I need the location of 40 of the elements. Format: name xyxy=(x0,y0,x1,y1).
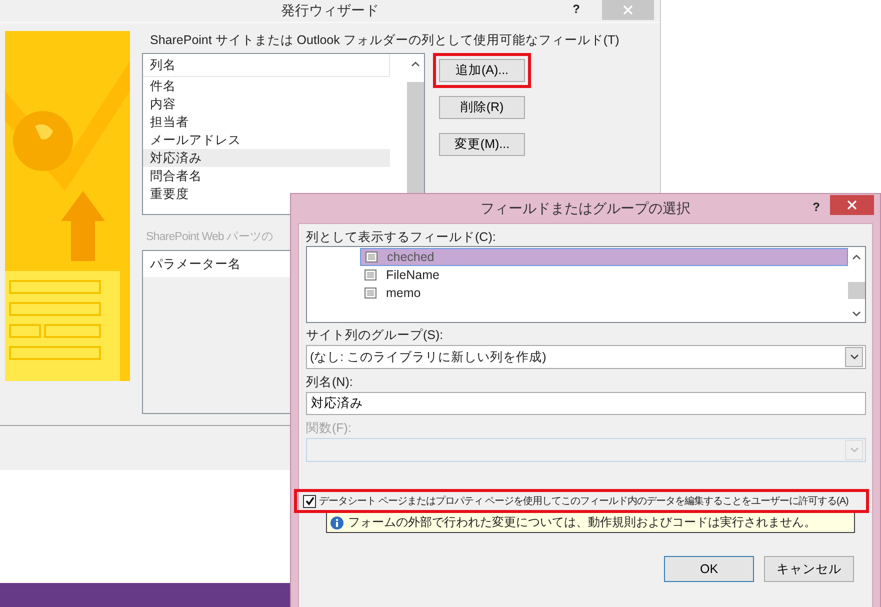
checkbox[interactable] xyxy=(303,494,316,508)
column-header: 列名 xyxy=(143,54,390,77)
dialog-button[interactable]: キャンセル xyxy=(764,556,854,582)
dialog-button[interactable]: 変更(M)... xyxy=(439,133,525,156)
fields-label: SharePoint サイトまたは Outlook フォルダーの列として使用可能なフィールド(T) xyxy=(150,32,620,49)
close-button[interactable] xyxy=(830,195,874,215)
dialog-button[interactable]: OK xyxy=(664,556,754,582)
webparts-label: SharePoint Web パーツの xyxy=(146,230,274,244)
group-dropdown[interactable]: (なし: このライブラリに新しい列を作成) xyxy=(306,345,866,369)
scroll-up-icon xyxy=(411,61,420,67)
scroll-up-icon xyxy=(852,254,861,260)
field-icon xyxy=(364,269,377,281)
tree-item[interactable]: memo xyxy=(360,284,848,302)
checkbox-label[interactable]: データシート ページまたはプロパティ ページを使用してこのフィールド内のデータを編集することをユーザーに許可する(A) xyxy=(319,494,848,508)
info-icon xyxy=(330,516,344,530)
dialog-title: フィールドまたはグループの選択 xyxy=(480,200,690,218)
help-button[interactable]: ? xyxy=(572,2,580,16)
field-icon xyxy=(364,287,377,299)
dialog-button[interactable]: 追加(A)... xyxy=(439,59,525,82)
scroll-down-icon xyxy=(852,311,861,317)
list-item[interactable]: 内容 xyxy=(143,95,390,113)
tree-item[interactable]: cheched xyxy=(360,248,848,266)
fields-label: 列として表示するフィールド(C): xyxy=(306,229,497,246)
list-item[interactable]: 担当者 xyxy=(143,113,390,131)
help-button[interactable]: ? xyxy=(812,200,820,214)
function-label: 関数(F): xyxy=(306,420,352,437)
list-item[interactable]: 件名 xyxy=(143,77,390,95)
window-title: 発行ウィザード xyxy=(281,2,379,20)
close-icon xyxy=(847,200,857,210)
check-icon xyxy=(304,496,314,506)
close-icon xyxy=(623,5,633,15)
list-item[interactable]: 問合者名 xyxy=(143,167,390,185)
dialog-button[interactable]: 削除(R) xyxy=(439,96,525,119)
info-text: フォームの外部で行われた変更については、動作規則およびコードは実行されません。 xyxy=(348,514,816,531)
list-item[interactable]: メールアドレス xyxy=(143,131,390,149)
name-label: 列名(N): xyxy=(306,374,354,391)
list-item[interactable]: 対応済み xyxy=(143,149,390,167)
name-input[interactable]: 対応済み xyxy=(306,392,866,415)
group-label: サイト列のグループ(S): xyxy=(306,327,444,344)
field-icon xyxy=(365,251,378,263)
